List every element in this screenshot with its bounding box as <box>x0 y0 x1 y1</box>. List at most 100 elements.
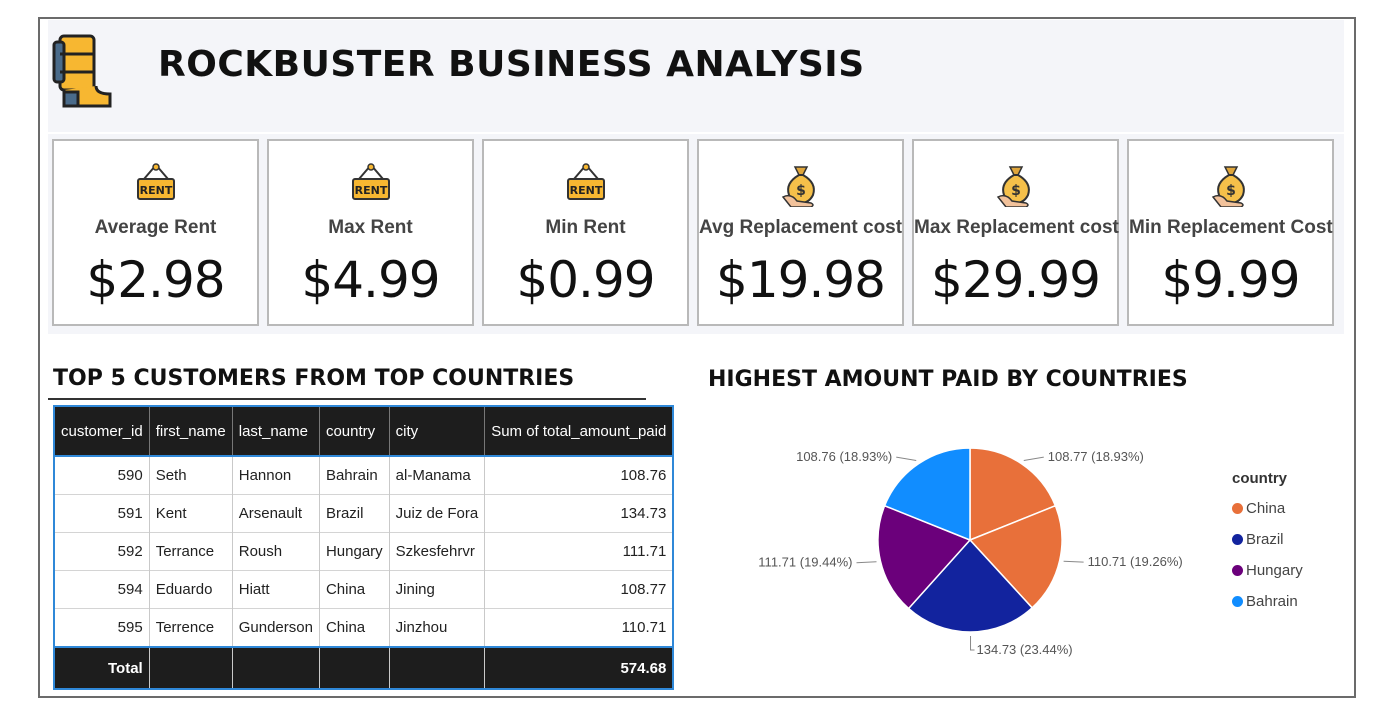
cell-customer-id: 590 <box>54 455 150 495</box>
pie-leader-line <box>896 456 917 461</box>
cell-last-name: Arsenault <box>232 494 320 533</box>
cell-country: China <box>319 570 390 609</box>
column-header[interactable]: country <box>319 406 390 456</box>
kpi-card-max-replacement-cost: $ Max Replacement cost $29.99 <box>912 139 1119 326</box>
cell-first-name: Kent <box>149 494 233 533</box>
cell-customer-id: 594 <box>54 570 150 609</box>
legend-label: Hungary <box>1246 562 1303 579</box>
cell-first-name: Terrance <box>149 532 233 571</box>
svg-text:RENT: RENT <box>139 184 172 197</box>
cell-customer-id: 591 <box>54 494 150 533</box>
kpi-card-min-replacement-cost: $ Min Replacement Cost $9.99 <box>1127 139 1334 326</box>
column-header[interactable]: first_name <box>149 406 233 456</box>
legend-item-china[interactable]: China <box>1232 493 1303 524</box>
cell-city: Szkesfehrvr <box>389 532 486 571</box>
cell-country: China <box>319 608 390 647</box>
cell-amount: 134.73 <box>484 494 674 533</box>
cell-last-name: Gunderson <box>232 608 320 647</box>
kpi-value: $19.98 <box>716 251 886 309</box>
kpi-label: Avg Replacement cost <box>699 217 903 238</box>
kpi-card-max-rent: RENT Max Rent $4.99 <box>267 139 474 326</box>
cell-customer-id: 595 <box>54 608 150 647</box>
cell-last-name: Hannon <box>232 455 320 495</box>
cell-last-name: Hiatt <box>232 570 320 609</box>
svg-text:$: $ <box>1226 183 1236 199</box>
cell-amount: 108.77 <box>484 570 674 609</box>
cell-city: Jining <box>389 570 486 609</box>
kpi-card-avg-replacement-cost: $ Avg Replacement cost $19.98 <box>697 139 904 326</box>
pie-data-label: 110.71 (19.26%) <box>1088 554 1183 569</box>
chart-title: HIGHEST AMOUNT PAID BY COUNTRIES <box>708 367 1188 392</box>
legend-label: China <box>1246 500 1286 517</box>
chart-legend: country China Brazil Hungary Bahrain <box>1232 470 1303 617</box>
legend-swatch <box>1232 596 1243 607</box>
cell-first-name: Seth <box>149 455 233 495</box>
column-header[interactable]: city <box>389 406 486 456</box>
kpi-value: $29.99 <box>931 251 1101 309</box>
column-header[interactable]: Sum of total_amount_paid <box>484 406 674 456</box>
table-total-row: Total 574.68 <box>54 646 674 689</box>
column-header[interactable]: last_name <box>232 406 320 456</box>
pie-chart: 108.77 (18.93%) 110.71 (19.26%) 134.73 (23… <box>758 447 1183 657</box>
table-title-divider <box>48 398 646 400</box>
legend-item-bahrain[interactable]: Bahrain <box>1232 586 1303 617</box>
cell-city: al-Manama <box>389 455 486 495</box>
column-header[interactable]: customer_id <box>54 406 150 456</box>
table-row[interactable]: 592 Terrance Roush Hungary Szkesfehrvr 1… <box>54 532 674 571</box>
table-row[interactable]: 590 Seth Hannon Bahrain al-Manama 108.76 <box>54 455 674 495</box>
legend-swatch <box>1232 565 1243 576</box>
kpi-card-min-rent: RENT Min Rent $0.99 <box>482 139 689 326</box>
svg-text:$: $ <box>796 183 806 199</box>
table-row[interactable]: 595 Terrence Gunderson China Jinzhou 110… <box>54 608 674 647</box>
customers-table: customer_id first_name last_name country… <box>53 405 675 690</box>
film-reel-icon <box>52 34 112 108</box>
pie-leader-line <box>1063 560 1084 563</box>
total-value: 574.68 <box>484 646 674 689</box>
rent-sign-icon: RENT <box>351 163 390 200</box>
cell-first-name: Eduardo <box>149 570 233 609</box>
cell-amount: 110.71 <box>484 608 674 647</box>
money-bag-icon: $ <box>781 166 815 207</box>
pie-leader-line <box>1023 456 1044 461</box>
kpi-label: Max Replacement cost <box>914 217 1119 238</box>
total-label: Total <box>54 646 150 689</box>
cell-country: Bahrain <box>319 455 390 495</box>
svg-text:RENT: RENT <box>569 184 602 197</box>
cell-city: Juiz de Fora <box>389 494 486 533</box>
empty-cell <box>389 646 486 689</box>
kpi-value: $2.98 <box>86 251 225 309</box>
legend-label: Brazil <box>1246 531 1284 548</box>
page-title: ROCKBUSTER BUSINESS ANALYSIS <box>158 44 865 85</box>
kpi-value: $9.99 <box>1161 251 1300 309</box>
table-row[interactable]: 594 Eduardo Hiatt China Jining 108.77 <box>54 570 674 609</box>
cell-amount: 111.71 <box>484 532 674 571</box>
pie-data-label: 134.73 (23.44%) <box>977 642 1073 657</box>
table-title: TOP 5 CUSTOMERS FROM TOP COUNTRIES <box>53 366 575 391</box>
kpi-label: Average Rent <box>94 217 217 238</box>
pie-data-label: 108.76 (18.93%) <box>796 449 892 464</box>
kpi-label: Min Rent <box>545 217 626 238</box>
cell-first-name: Terrence <box>149 608 233 647</box>
legend-title: country <box>1232 470 1288 487</box>
empty-cell <box>319 646 390 689</box>
legend-item-hungary[interactable]: Hungary <box>1232 555 1303 586</box>
legend-swatch <box>1232 503 1243 514</box>
cell-country: Hungary <box>319 532 390 571</box>
kpi-card-average-rent: RENT Average Rent $2.98 <box>52 139 259 326</box>
cell-city: Jinzhou <box>389 608 486 647</box>
pie-data-label: 108.77 (18.93%) <box>1048 449 1144 464</box>
table-header-row: customer_id first_name last_name country… <box>54 406 674 456</box>
cell-country: Brazil <box>319 494 390 533</box>
cell-amount: 108.76 <box>484 455 674 495</box>
svg-text:RENT: RENT <box>354 184 387 197</box>
legend-item-brazil[interactable]: Brazil <box>1232 524 1303 555</box>
table-row[interactable]: 591 Kent Arsenault Brazil Juiz de Fora 1… <box>54 494 674 533</box>
rent-sign-icon: RENT <box>136 163 175 200</box>
pie-leader-line <box>970 635 975 651</box>
money-bag-icon: $ <box>996 166 1030 207</box>
empty-cell <box>232 646 320 689</box>
empty-cell <box>149 646 233 689</box>
money-bag-icon: $ <box>1211 166 1245 207</box>
rent-sign-icon: RENT <box>566 163 605 200</box>
legend-label: Bahrain <box>1246 593 1298 610</box>
